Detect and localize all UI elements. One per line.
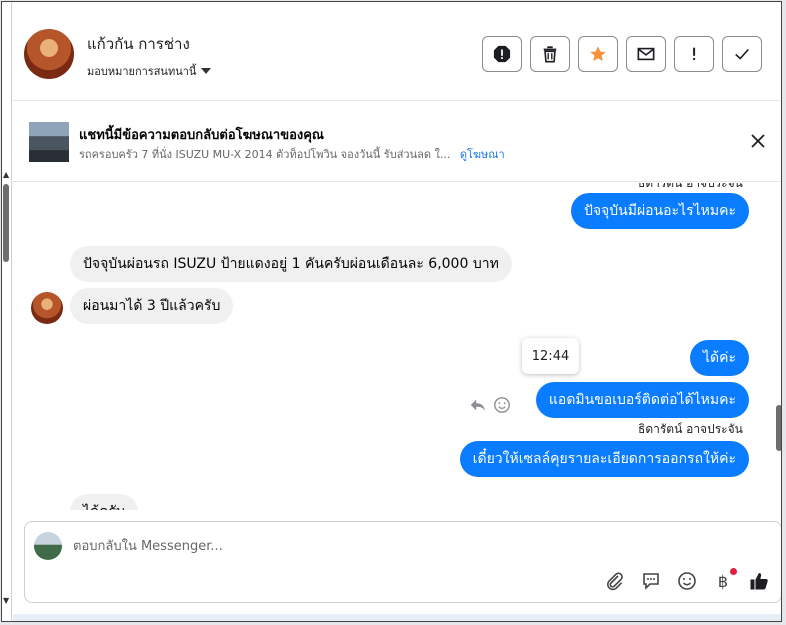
contact-avatar[interactable] <box>24 29 74 79</box>
ad-description: รถครอบครัว 7 ที่นั่ง ISUZU MU-X 2014 ตัว… <box>79 145 729 163</box>
view-ad-link[interactable]: ดูโฆษณา <box>460 148 505 161</box>
emoji-button[interactable] <box>676 570 698 592</box>
page-avatar <box>34 532 62 560</box>
bottom-scrollbar[interactable] <box>13 614 781 621</box>
caret-down-icon <box>201 68 212 74</box>
message-bubble-incoming[interactable]: ได้ครับ <box>70 494 138 510</box>
message-bubble-incoming[interactable]: ปัจจุบันผ่อนรถ ISUZU ป้ายแดงอยู่ 1 คันคร… <box>70 246 512 282</box>
mark-unread-button[interactable] <box>626 36 666 72</box>
ad-thumbnail[interactable] <box>29 122 69 162</box>
smiley-icon <box>678 572 696 590</box>
message-bubble-outgoing[interactable]: ได้ค่ะ <box>689 340 749 376</box>
reply-icon[interactable] <box>469 396 487 414</box>
check-icon <box>735 48 749 60</box>
thumbs-up-icon <box>750 573 768 590</box>
mark-done-button[interactable] <box>722 36 762 72</box>
notification-dot <box>730 568 737 575</box>
scroll-down-arrow-icon[interactable]: ▼ <box>3 596 9 605</box>
message-bubble-incoming[interactable]: ผ่อนมาได้ 3 ปีแล้วครับ <box>70 288 234 324</box>
payment-button[interactable]: ฿ <box>712 568 737 592</box>
conversation-header: แก้วกัน การช่าง มอบหมายการสนทนานี้ <box>13 2 781 101</box>
contact-name[interactable]: แก้วกัน การช่าง <box>87 32 190 56</box>
ad-description-text: รถครอบครัว 7 ที่นั่ง ISUZU MU-X 2014 ตัว… <box>79 148 451 161</box>
contact-avatar-small[interactable] <box>31 292 63 324</box>
timestamp-tooltip: 12:44 <box>522 338 579 374</box>
conversation-actions <box>482 36 762 72</box>
delete-button[interactable] <box>530 36 570 72</box>
message-bubble-outgoing[interactable]: เดี๋ยวให้เซลล์คุยรายละเอียดการออกรถให้ค่… <box>459 441 749 477</box>
reply-composer: ฿ <box>24 521 781 603</box>
star-icon <box>590 46 606 62</box>
reply-input[interactable] <box>73 534 633 558</box>
scroll-up-arrow-icon[interactable]: ▲ <box>3 170 9 179</box>
assign-label: มอบหมายการสนทนานี้ <box>87 65 197 78</box>
star-button[interactable] <box>578 36 618 72</box>
paperclip-icon <box>606 572 623 591</box>
like-button[interactable] <box>748 570 770 592</box>
message-thread[interactable]: ธิดารัตน์ อาจประจัน ปัจจุบันมีผ่อนอะไรไห… <box>13 183 781 510</box>
react-smiley-icon[interactable] <box>493 396 511 414</box>
trash-icon <box>543 46 557 63</box>
assign-conversation-dropdown[interactable]: มอบหมายการสนทนานี้ <box>87 62 212 80</box>
chat-scrollbar[interactable] <box>774 183 781 510</box>
exclamation-icon <box>693 47 696 61</box>
left-scrollbar[interactable]: ▲ ▼ <box>2 2 12 621</box>
envelope-icon <box>637 47 655 61</box>
mark-spam-button[interactable] <box>482 36 522 72</box>
close-icon[interactable] <box>749 132 767 150</box>
composer-toolbar: ฿ <box>604 568 770 592</box>
messenger-window: ▲ ▼ แก้วกัน การช่าง มอบหมายการสนทนานี้ แ… <box>1 1 782 622</box>
chat-scroll-thumb[interactable] <box>776 405 781 451</box>
spam-icon <box>493 45 511 63</box>
sender-name: ธิดารัตน์ อาจประจัน <box>638 422 743 436</box>
ad-reply-banner: แชทนี้มีข้อความตอบกลับต่อโฆษณาของคุณ รถค… <box>13 102 781 182</box>
follow-up-button[interactable] <box>674 36 714 72</box>
attach-button[interactable] <box>604 570 626 592</box>
sender-name: ธิดารัตน์ อาจประจัน <box>638 183 743 190</box>
scroll-thumb[interactable] <box>3 184 9 262</box>
message-hover-tools <box>469 396 511 414</box>
saved-replies-button[interactable] <box>640 570 662 592</box>
message-bubble-outgoing[interactable]: ปัจจุบันมีผ่อนอะไรไหมคะ <box>570 193 749 229</box>
baht-icon: ฿ <box>717 571 729 591</box>
ad-banner-title: แชทนี้มีข้อความตอบกลับต่อโฆษณาของคุณ <box>79 128 324 143</box>
message-bubble-outgoing[interactable]: แอดมินขอเบอร์ติดต่อได้ไหมคะ <box>535 382 749 418</box>
chat-bubble-icon <box>643 573 659 590</box>
